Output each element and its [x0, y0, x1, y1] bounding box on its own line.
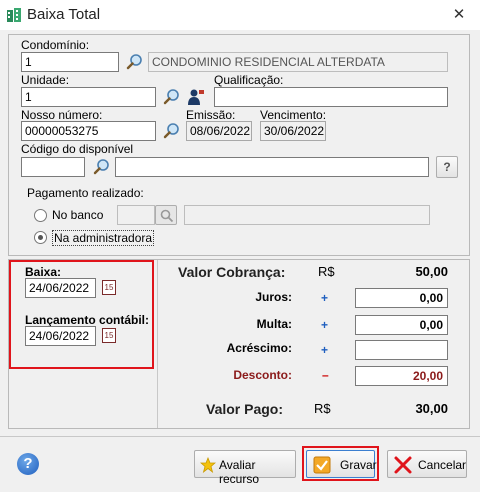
search-icon [160, 209, 174, 223]
banco-search-button [155, 205, 177, 225]
gravar-button[interactable]: Gravar [306, 450, 377, 478]
valor-cobranca-value: 50,00 [415, 264, 448, 279]
footer-divider [0, 436, 480, 437]
help-button[interactable]: ? [436, 156, 458, 178]
search-icon[interactable] [162, 87, 182, 107]
valor-cobranca-label: Valor Cobrança: [178, 264, 286, 280]
juros-label: Juros: [255, 290, 292, 304]
multa-sign: + [321, 318, 329, 332]
pagamento-label: Pagamento realizado: [27, 186, 144, 200]
vencimento-field: 30/06/2022 [260, 121, 326, 141]
nosso-numero-label: Nosso número: [21, 108, 103, 122]
radio-no-banco-label[interactable]: No banco [52, 208, 103, 222]
condominio-code-input[interactable]: 1 [21, 52, 119, 72]
codigo-disponivel-label: Código do disponível [21, 142, 134, 156]
avaliar-recurso-label: Avaliar recurso [219, 458, 260, 486]
calendar-icon[interactable]: 15 [102, 280, 116, 295]
radio-na-administradora[interactable] [34, 231, 47, 244]
checkmark-icon [313, 456, 331, 474]
banco-name-field [184, 205, 430, 225]
star-icon [200, 457, 216, 473]
vencimento-label: Vencimento: [260, 108, 327, 122]
radio-no-banco[interactable] [34, 209, 47, 222]
emissao-label: Emissão: [186, 108, 236, 122]
valor-pago-label: Valor Pago: [206, 401, 284, 417]
search-icon[interactable] [92, 157, 112, 177]
multa-label: Multa: [256, 317, 292, 331]
column-divider [157, 260, 158, 428]
baixa-label: Baixa: [25, 265, 62, 279]
desconto-label: Desconto: [233, 368, 292, 382]
qualificacao-input[interactable] [214, 87, 448, 107]
baixa-date-input[interactable]: 24/06/2022 [25, 278, 96, 298]
gravar-label: Gravar [340, 458, 377, 472]
desconto-sign: – [322, 368, 329, 382]
valor-pago-currency: R$ [314, 401, 331, 416]
unidade-input[interactable]: 1 [21, 87, 156, 107]
qualificacao-label: Qualificação: [214, 73, 284, 87]
person-icon[interactable] [186, 87, 206, 107]
search-icon[interactable] [125, 52, 145, 72]
condominio-label: Condomínio: [21, 38, 90, 52]
lancamento-label: Lançamento contábil: [25, 313, 150, 327]
window-title: Baixa Total [27, 6, 101, 23]
calendar-icon[interactable]: 15 [102, 328, 116, 343]
acrescimo-input[interactable] [355, 340, 448, 360]
unidade-label: Unidade: [21, 73, 70, 87]
juros-sign: + [321, 291, 329, 305]
valor-cobranca-currency: R$ [318, 264, 335, 279]
close-icon [394, 456, 412, 474]
lancamento-date-input[interactable]: 24/06/2022 [25, 326, 96, 346]
radio-na-administradora-label[interactable]: Na administradora [52, 230, 155, 246]
close-button[interactable]: ✕ [447, 4, 471, 26]
juros-input[interactable]: 0,00 [355, 288, 448, 308]
search-icon[interactable] [162, 121, 182, 141]
nosso-numero-input[interactable]: 00000053275 [21, 121, 156, 141]
codigo-disponivel-input[interactable] [21, 157, 85, 177]
acrescimo-label: Acréscimo: [226, 341, 292, 355]
valor-pago-value: 30,00 [415, 401, 448, 416]
help-icon[interactable]: ? [17, 453, 39, 475]
condominio-name-field: CONDOMINIO RESIDENCIAL ALTERDATA [148, 52, 448, 72]
emissao-field: 08/06/2022 [186, 121, 252, 141]
desconto-input[interactable]: 20,00 [355, 366, 448, 386]
building-icon [7, 8, 21, 22]
banco-code-field [117, 205, 155, 225]
acrescimo-sign: + [321, 343, 329, 357]
cancelar-label: Cancelar [418, 458, 467, 472]
cancelar-button[interactable]: Cancelar [387, 450, 467, 478]
codigo-disponivel-name-input[interactable] [115, 157, 429, 177]
avaliar-recurso-button[interactable]: Avaliar recurso [194, 450, 296, 486]
multa-input[interactable]: 0,00 [355, 315, 448, 335]
